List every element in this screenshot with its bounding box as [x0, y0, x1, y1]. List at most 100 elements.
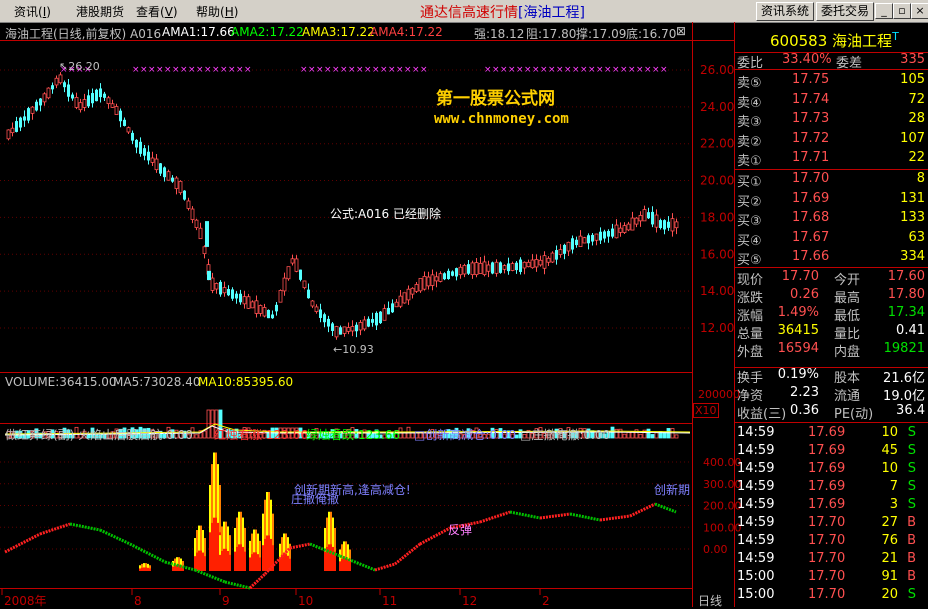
stat-value: 36415 [777, 323, 819, 338]
menu-help[interactable]: 帮助(H) [196, 3, 238, 20]
tick-price: 17.69 [808, 461, 846, 476]
ama1-label: AMA1:17.66 [162, 25, 235, 39]
stat-value: 19821 [883, 341, 925, 356]
bid-volume: 133 [900, 210, 925, 225]
delegate-trade-button[interactable]: 委托交易 [816, 2, 875, 21]
tick-side: B [907, 569, 916, 584]
stat2-label: 股本 [834, 371, 861, 386]
tick-price: 17.70 [808, 533, 846, 548]
ama3-label: AMA3:17.22 [302, 25, 375, 39]
stat-value: 0.41 [896, 323, 925, 338]
ask-volume: 22 [908, 150, 925, 165]
period-label[interactable]: 日线 [698, 592, 722, 609]
price-axis: 26.00 24.00 22.00 20.00 18.00 16.00 14.00 12.00 [700, 63, 734, 335]
bid-volume: 334 [900, 249, 925, 264]
tick-volume: 76 [881, 533, 898, 548]
tick-volume: 45 [881, 443, 898, 458]
stat-label: 量比 [834, 327, 861, 342]
indicator-tick-label: 300.00 [703, 478, 742, 491]
x-tick-label: 9 [222, 594, 230, 607]
ask-level-label: 卖① [737, 154, 762, 169]
bid-volume: 131 [900, 190, 925, 206]
stat-label: 外盘 [737, 345, 764, 360]
stat-value: 17.34 [887, 305, 925, 320]
tick-time: 14:59 [737, 497, 775, 512]
stat-value: 1.49% [777, 305, 819, 320]
stat-value: 16594 [777, 341, 819, 356]
tick-time: 14:59 [737, 479, 775, 494]
stat-label: 涨跌 [737, 291, 764, 306]
tick-volume: 27 [881, 515, 898, 530]
price-tick-label: 22.00 [700, 137, 734, 151]
stat2-label: 净资 [737, 389, 764, 404]
indicator-tick-label: 100.00 [703, 521, 742, 534]
ask-volume: 72 [908, 91, 925, 107]
tick-time: 14:59 [737, 551, 775, 566]
tick-price: 17.69 [808, 497, 846, 512]
tick-time: 14:59 [737, 533, 775, 548]
x-tick-label: 12 [462, 594, 477, 607]
tick-side: B [907, 551, 916, 566]
menu-view[interactable]: 查看(V) [136, 3, 178, 20]
stat-label: 最高 [834, 291, 861, 306]
ask-price: 17.72 [792, 130, 830, 146]
stat2-label: 收益(三) [737, 407, 787, 422]
stat2-value: 0.36 [790, 403, 819, 418]
tick-time: 15:00 [737, 587, 775, 602]
ask-price: 17.71 [792, 150, 830, 165]
wei-bi-value: 33.40% [782, 52, 832, 67]
ask-price: 17.74 [792, 91, 830, 107]
ama2-label: AMA2:17.22 [231, 25, 304, 39]
menu-hk-futures[interactable]: 港股期货 [76, 3, 124, 20]
stat-value: 17.60 [887, 269, 925, 284]
bid-volume: 63 [908, 229, 925, 245]
tick-price: 17.69 [808, 443, 846, 458]
tick-volume: 10 [881, 425, 898, 440]
tick-volume: 20 [881, 587, 898, 602]
stat2-value: 0.19% [777, 367, 819, 382]
indicator-tick-label: 200.00 [703, 500, 742, 513]
stat2-label: 流通 [834, 389, 861, 404]
ask-volume: 28 [908, 111, 925, 126]
stat-label: 最低 [834, 309, 861, 324]
restore-icon[interactable]: ▫ [893, 3, 911, 19]
minimize-icon[interactable]: _ [875, 3, 893, 19]
ask-volume: 105 [900, 72, 925, 87]
ask-volume: 107 [900, 130, 925, 146]
wei-cha-value: 335 [900, 52, 925, 67]
stat2-value: 36.4 [896, 403, 925, 418]
wei-cha-label: 委差 [836, 56, 863, 71]
tick-time: 14:59 [737, 461, 775, 476]
menu-info[interactable]: 资讯(I) [14, 3, 51, 20]
tick-volume: 21 [881, 551, 898, 566]
close-pane-icon[interactable]: ⊠ [676, 24, 686, 38]
ask-price: 17.75 [792, 72, 830, 87]
stat-label: 今开 [834, 273, 861, 288]
wei-bi-label: 委比 [737, 56, 764, 71]
indicator-chart-hit[interactable] [0, 424, 692, 588]
news-system-button[interactable]: 资讯系统 [756, 2, 815, 21]
bid-volume: 8 [916, 171, 925, 186]
bid-price: 17.69 [792, 190, 830, 206]
tick-volume: 91 [881, 569, 898, 584]
price-tick-label: 18.00 [700, 210, 734, 224]
tick-price: 17.69 [808, 425, 846, 440]
volume-chart-hit[interactable] [0, 373, 692, 423]
bid-level-label: 买① [737, 175, 762, 190]
price-tick-label: 14.00 [700, 284, 734, 298]
bid-level-label: 买③ [737, 214, 762, 229]
price-chart-hit[interactable] [0, 40, 692, 372]
bid-price: 17.70 [792, 171, 830, 186]
stat-label: 内盘 [834, 345, 861, 360]
x-axis: 2008年 8 9 10 11 12 2 [1, 589, 550, 607]
ask-level-label: 卖④ [737, 95, 762, 111]
close-icon[interactable]: × [911, 3, 928, 19]
stat-value: 17.70 [781, 269, 819, 284]
tick-price: 17.70 [808, 515, 846, 530]
tick-time: 14:59 [737, 515, 775, 530]
volume-multiplier[interactable]: X10 [693, 403, 719, 418]
tick-price: 17.69 [808, 479, 846, 494]
tick-side: B [907, 515, 916, 530]
stat2-value: 2.23 [790, 385, 819, 400]
app-title-stock: [海油工程] [518, 5, 585, 21]
